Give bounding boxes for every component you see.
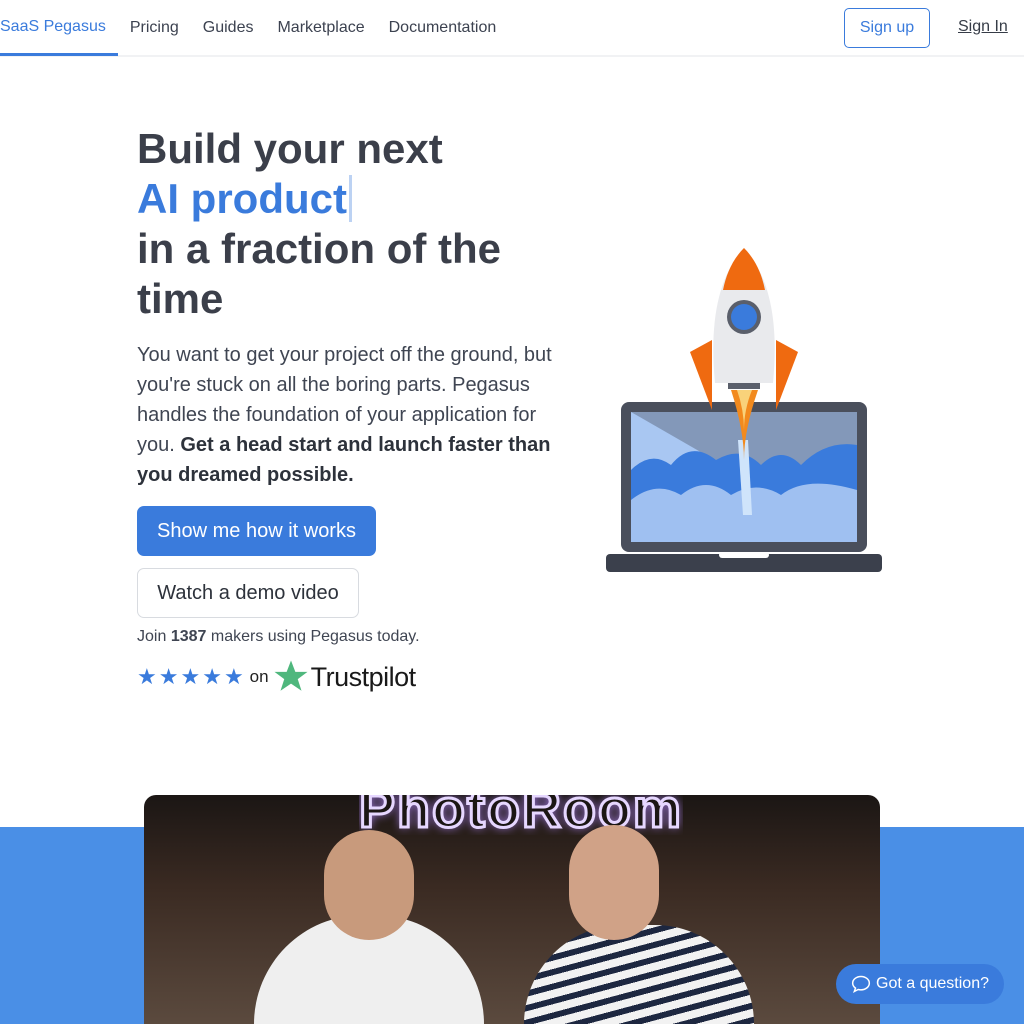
person-left-face (324, 830, 414, 940)
join-count: 1387 (170, 628, 207, 645)
hero-lead: You want to get your project off the gro… (137, 340, 562, 490)
nav-guides[interactable]: Guides (203, 0, 254, 56)
star-icon: ★ (223, 664, 244, 689)
join-text: Join 1387 makers using Pegasus today. (137, 628, 420, 646)
signin-link[interactable]: Sign In (958, 18, 1008, 36)
nav-brand[interactable]: SaaS Pegasus (0, 0, 118, 56)
hero-title: Build your next AI product in a fraction o… (137, 124, 557, 324)
rocket-laptop-illustration (606, 248, 882, 572)
chat-button[interactable]: Got a question? (836, 964, 1004, 1004)
chat-label: Got a question? (876, 975, 989, 992)
person-right (524, 925, 754, 1024)
nav-marketplace[interactable]: Marketplace (277, 0, 364, 56)
star-icon: ★ (158, 664, 179, 689)
title-highlight: AI product (137, 175, 352, 222)
person-right-face (569, 825, 659, 940)
nav-pricing[interactable]: Pricing (130, 0, 179, 56)
title-line: Build your next (137, 125, 443, 172)
rating-on: on (249, 667, 269, 686)
join-prefix: Join (137, 628, 167, 645)
show-how-button[interactable]: Show me how it works (137, 506, 376, 556)
trustpilot-star-icon (274, 660, 308, 691)
chat-bubble-icon (851, 975, 871, 994)
star-icon: ★ (137, 664, 157, 689)
join-suffix: makers using Pegasus today. (210, 628, 420, 645)
star-icon: ★ (180, 664, 201, 689)
trustpilot-logo: Trustpilot (310, 661, 417, 692)
trustpilot-rating[interactable]: ★ ★ ★ ★ ★ on Trustpilot (137, 658, 416, 696)
signup-button[interactable]: Sign up (844, 8, 930, 48)
nav-documentation[interactable]: Documentation (389, 0, 497, 56)
title-line: in a fraction of the time (137, 225, 502, 322)
star-icon: ★ (202, 664, 222, 689)
demo-video-button[interactable]: Watch a demo video (137, 568, 359, 618)
lead-bold: Get a head start and launch faster than … (137, 434, 551, 486)
team-photo: PhotoRoom (144, 795, 880, 1024)
